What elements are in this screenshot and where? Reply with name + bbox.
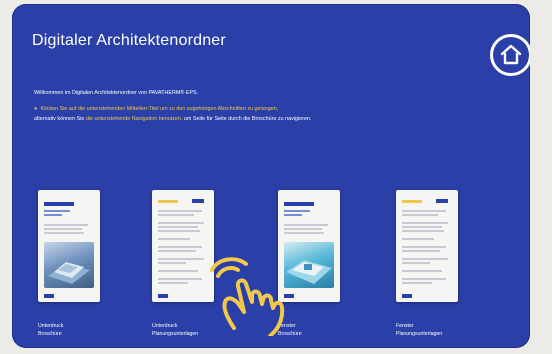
tap-hand-icon: [210, 257, 285, 336]
document-label-line2: Broschüre: [38, 331, 62, 337]
app-screen: Digitaler Architektenordner Willkommen i…: [12, 4, 530, 348]
brand-stamp: [44, 294, 54, 298]
document-label-4[interactable]: Fenster Planungsunterlagen: [396, 322, 476, 338]
home-icon: [500, 44, 522, 65]
navigation-link[interactable]: die untenstehende: [86, 116, 130, 122]
bullet-icon: ●: [34, 106, 38, 112]
instruction-tail: um Seite für Seite durch die Broschüre z…: [183, 115, 312, 122]
building-illustration: [48, 262, 90, 284]
page-title: Digitaler Architektenordner: [32, 32, 226, 49]
brand-stamp: [402, 294, 412, 298]
planning-logo: [436, 199, 448, 203]
brochure-brand-bar: [44, 202, 74, 206]
brand-stamp: [158, 294, 168, 298]
instruction-text: ● Klicken Sie auf die untenstehenden Mit…: [34, 105, 504, 124]
document-label-1[interactable]: Unterdruck Broschüre: [38, 322, 118, 338]
document-label-line1: Fenster: [396, 323, 414, 329]
navigation-link-2[interactable]: Navigation benutzen,: [132, 116, 183, 122]
document-card-fenster-planning[interactable]: [396, 190, 458, 302]
planning-accent-bar: [158, 200, 178, 203]
document-label-line1: Unterdruck: [38, 323, 64, 329]
planning-logo: [192, 199, 204, 203]
brochure-photo: [44, 242, 94, 288]
instruction-highlight: Klicken Sie auf die untenstehenden Mitte…: [40, 106, 279, 112]
instruction-part: alternativ können Sie: [34, 115, 85, 122]
home-button[interactable]: [490, 34, 530, 76]
brochure-brand-bar: [284, 202, 314, 206]
document-card-unterdruck-planning[interactable]: [152, 190, 214, 302]
document-card-unterdruck-brochure[interactable]: [38, 190, 100, 302]
document-label-line2: Planungsunterlagen: [396, 331, 443, 337]
planning-accent-bar: [402, 200, 422, 203]
welcome-text: Willkommen im Digitalen Architektenordne…: [34, 90, 199, 96]
